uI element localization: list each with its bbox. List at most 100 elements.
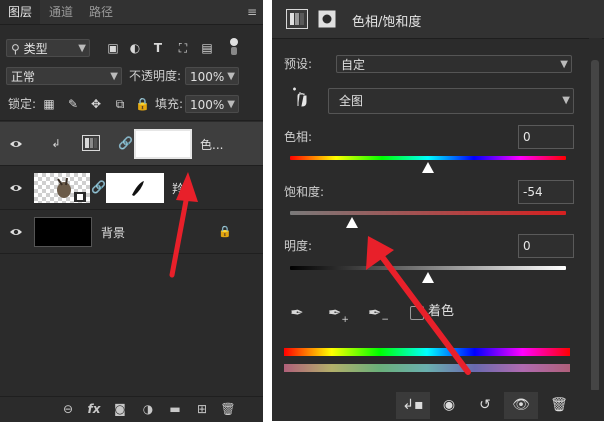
lock-artboard-icon[interactable]: ⧉ xyxy=(113,97,127,111)
filter-smart-object-icon[interactable]: ▤ xyxy=(200,41,214,55)
panel-menu-icon[interactable]: ≡ xyxy=(247,5,257,19)
clip-to-layer-icon[interactable]: ↲▪ xyxy=(396,392,430,419)
opacity-value: 100% xyxy=(190,70,225,84)
layer-name[interactable]: 背景 xyxy=(101,224,125,241)
antelope-image-icon xyxy=(57,177,86,202)
link-layers-icon[interactable]: ⊖ xyxy=(60,401,76,417)
preset-value: 自定 xyxy=(341,58,366,72)
lock-icon[interactable]: 🔒 xyxy=(218,225,232,239)
hue-input[interactable]: 0 xyxy=(518,125,574,149)
chevron-down-icon: ▼ xyxy=(78,43,86,54)
layers-panel: 图层 通道 路径 ≡ ⚲ 类型 ▼ ▣ ◐ T ⛶ ▤ 正常 ▼ 不透明度: 1… xyxy=(0,0,263,422)
saturation-label: 饱和度: xyxy=(284,185,325,199)
eyedropper-add-icon[interactable]: ✒+ xyxy=(328,304,349,327)
clipping-mask-icon: ↲ xyxy=(51,137,61,150)
blend-mode-value: 正常 xyxy=(11,70,36,84)
layer-mask-thumbnail[interactable] xyxy=(134,129,192,159)
layer-filter-select[interactable]: ⚲ 类型 ▼ xyxy=(6,39,90,57)
link-icon[interactable]: 🔗 xyxy=(118,136,133,150)
filter-toggle-icon[interactable] xyxy=(230,38,238,56)
opacity-label: 不透明度: xyxy=(129,69,182,83)
preset-select[interactable]: 自定 ▼ xyxy=(336,55,572,73)
delete-adjustment-icon[interactable]: 🗑 xyxy=(542,392,576,419)
new-layer-icon[interactable]: ⊞ xyxy=(194,401,210,417)
lightness-label: 明度: xyxy=(284,239,313,253)
delete-layer-icon[interactable]: 🗑 xyxy=(220,401,236,417)
tab-layers[interactable]: 图层 xyxy=(0,0,40,24)
hue-slider-knob[interactable] xyxy=(421,162,435,174)
colorize-label: 着色 xyxy=(428,304,455,319)
hue-label: 色相: xyxy=(284,130,313,144)
add-mask-icon[interactable]: ◙ xyxy=(112,401,128,417)
colorize-checkbox[interactable] xyxy=(410,306,424,320)
search-icon: ⚲ xyxy=(11,42,20,56)
properties-footer: ↲▪ ◉ ↺ 👁 🗑 xyxy=(272,390,604,421)
mask-icon[interactable] xyxy=(318,10,336,28)
eyedropper-subtract-icon[interactable]: ✒− xyxy=(368,304,389,327)
hue-slider-track[interactable] xyxy=(290,156,566,160)
filter-shape-icon[interactable]: ⛶ xyxy=(176,41,190,55)
tab-channels[interactable]: 通道 xyxy=(42,0,80,24)
layer-mask-thumbnail[interactable] xyxy=(106,173,164,203)
fx-icon[interactable]: fx xyxy=(86,401,102,417)
chevron-down-icon: ▼ xyxy=(562,95,570,106)
chevron-down-icon: ▼ xyxy=(227,71,235,82)
opacity-input[interactable]: 100% ▼ xyxy=(185,67,239,85)
reset-icon[interactable]: ↺ xyxy=(468,392,502,419)
hue-saturation-adjustment-icon xyxy=(286,9,308,29)
preset-label: 预设: xyxy=(284,57,313,71)
lightness-slider-knob[interactable] xyxy=(421,272,435,284)
filter-adjustment-icon[interactable]: ◐ xyxy=(128,41,142,55)
layer-name[interactable]: 色... xyxy=(200,136,223,153)
blend-mode-select[interactable]: 正常 ▼ xyxy=(6,67,122,85)
chevron-down-icon: ▼ xyxy=(110,71,118,82)
view-previous-state-icon[interactable]: ◉ xyxy=(432,392,466,419)
scrollbar-thumb[interactable] xyxy=(591,60,599,392)
channel-select[interactable]: 全图 ▼ xyxy=(328,88,574,114)
link-icon[interactable]: 🔗 xyxy=(91,180,106,194)
layers-tabbar: 图层 通道 路径 ≡ xyxy=(0,0,263,25)
lightness-slider-track[interactable] xyxy=(290,266,566,270)
saturation-slider-knob[interactable] xyxy=(345,217,359,229)
new-adjustment-layer-icon[interactable]: ◑ xyxy=(140,401,156,417)
visibility-eye-icon[interactable] xyxy=(9,225,23,239)
hue-saturation-adjustment-icon xyxy=(82,135,100,151)
saturation-input[interactable]: -54 xyxy=(518,180,574,204)
filter-kind-label: 类型 xyxy=(23,42,48,56)
output-color-bar xyxy=(284,364,570,372)
eyedropper-icon[interactable]: ✒ xyxy=(288,305,306,321)
layer-thumbnail[interactable] xyxy=(34,173,90,203)
panel-title: 色相/饱和度 xyxy=(352,15,422,30)
fill-value: 100% xyxy=(190,98,225,112)
mask-shape-icon xyxy=(132,181,144,196)
fill-label: 填充: xyxy=(155,97,184,111)
visibility-eye-icon[interactable]: 👁 xyxy=(504,392,538,419)
fill-input[interactable]: 100% ▼ xyxy=(185,95,239,113)
lock-brush-icon[interactable]: ✎ xyxy=(66,97,80,111)
layer-row-hue-saturation[interactable]: ↲ 🔗 色... xyxy=(0,122,263,166)
new-group-icon[interactable]: ▬ xyxy=(167,401,183,417)
lock-transparent-icon[interactable]: ▦ xyxy=(42,97,56,111)
channel-value: 全图 xyxy=(339,94,364,108)
visibility-eye-icon[interactable] xyxy=(9,137,23,151)
chevron-down-icon: ▼ xyxy=(227,99,235,110)
lock-position-icon[interactable]: ✥ xyxy=(89,97,103,111)
lock-all-icon[interactable]: 🔒 xyxy=(135,97,150,111)
filter-type-icon[interactable]: T xyxy=(151,41,165,55)
layers-footer: ⊖ fx ◙ ◑ ▬ ⊞ 🗑 xyxy=(0,396,263,422)
lightness-input[interactable]: 0 xyxy=(518,234,574,258)
lock-label: 锁定: xyxy=(8,97,37,111)
layer-name[interactable]: 羚 xyxy=(172,180,184,197)
layer-row-smart-object[interactable]: 🔗 羚 xyxy=(0,166,263,210)
chevron-down-icon: ▼ xyxy=(560,59,568,70)
properties-panel: 色相/饱和度 预设: 自定 ▼ 全图 ▼ 色相: 0 饱和度: -54 明度: … xyxy=(272,0,604,421)
tab-paths[interactable]: 路径 xyxy=(82,0,120,24)
visibility-eye-icon[interactable] xyxy=(9,181,23,195)
filter-pixel-icon[interactable]: ▣ xyxy=(106,41,120,55)
scrollbar[interactable] xyxy=(589,38,602,393)
properties-header: 色相/饱和度 xyxy=(272,0,604,39)
targeted-adjustment-hand-icon[interactable] xyxy=(290,86,312,108)
layer-row-background[interactable]: 背景 🔒 xyxy=(0,210,263,254)
saturation-slider-track[interactable] xyxy=(290,211,566,215)
layer-thumbnail[interactable] xyxy=(34,217,92,247)
